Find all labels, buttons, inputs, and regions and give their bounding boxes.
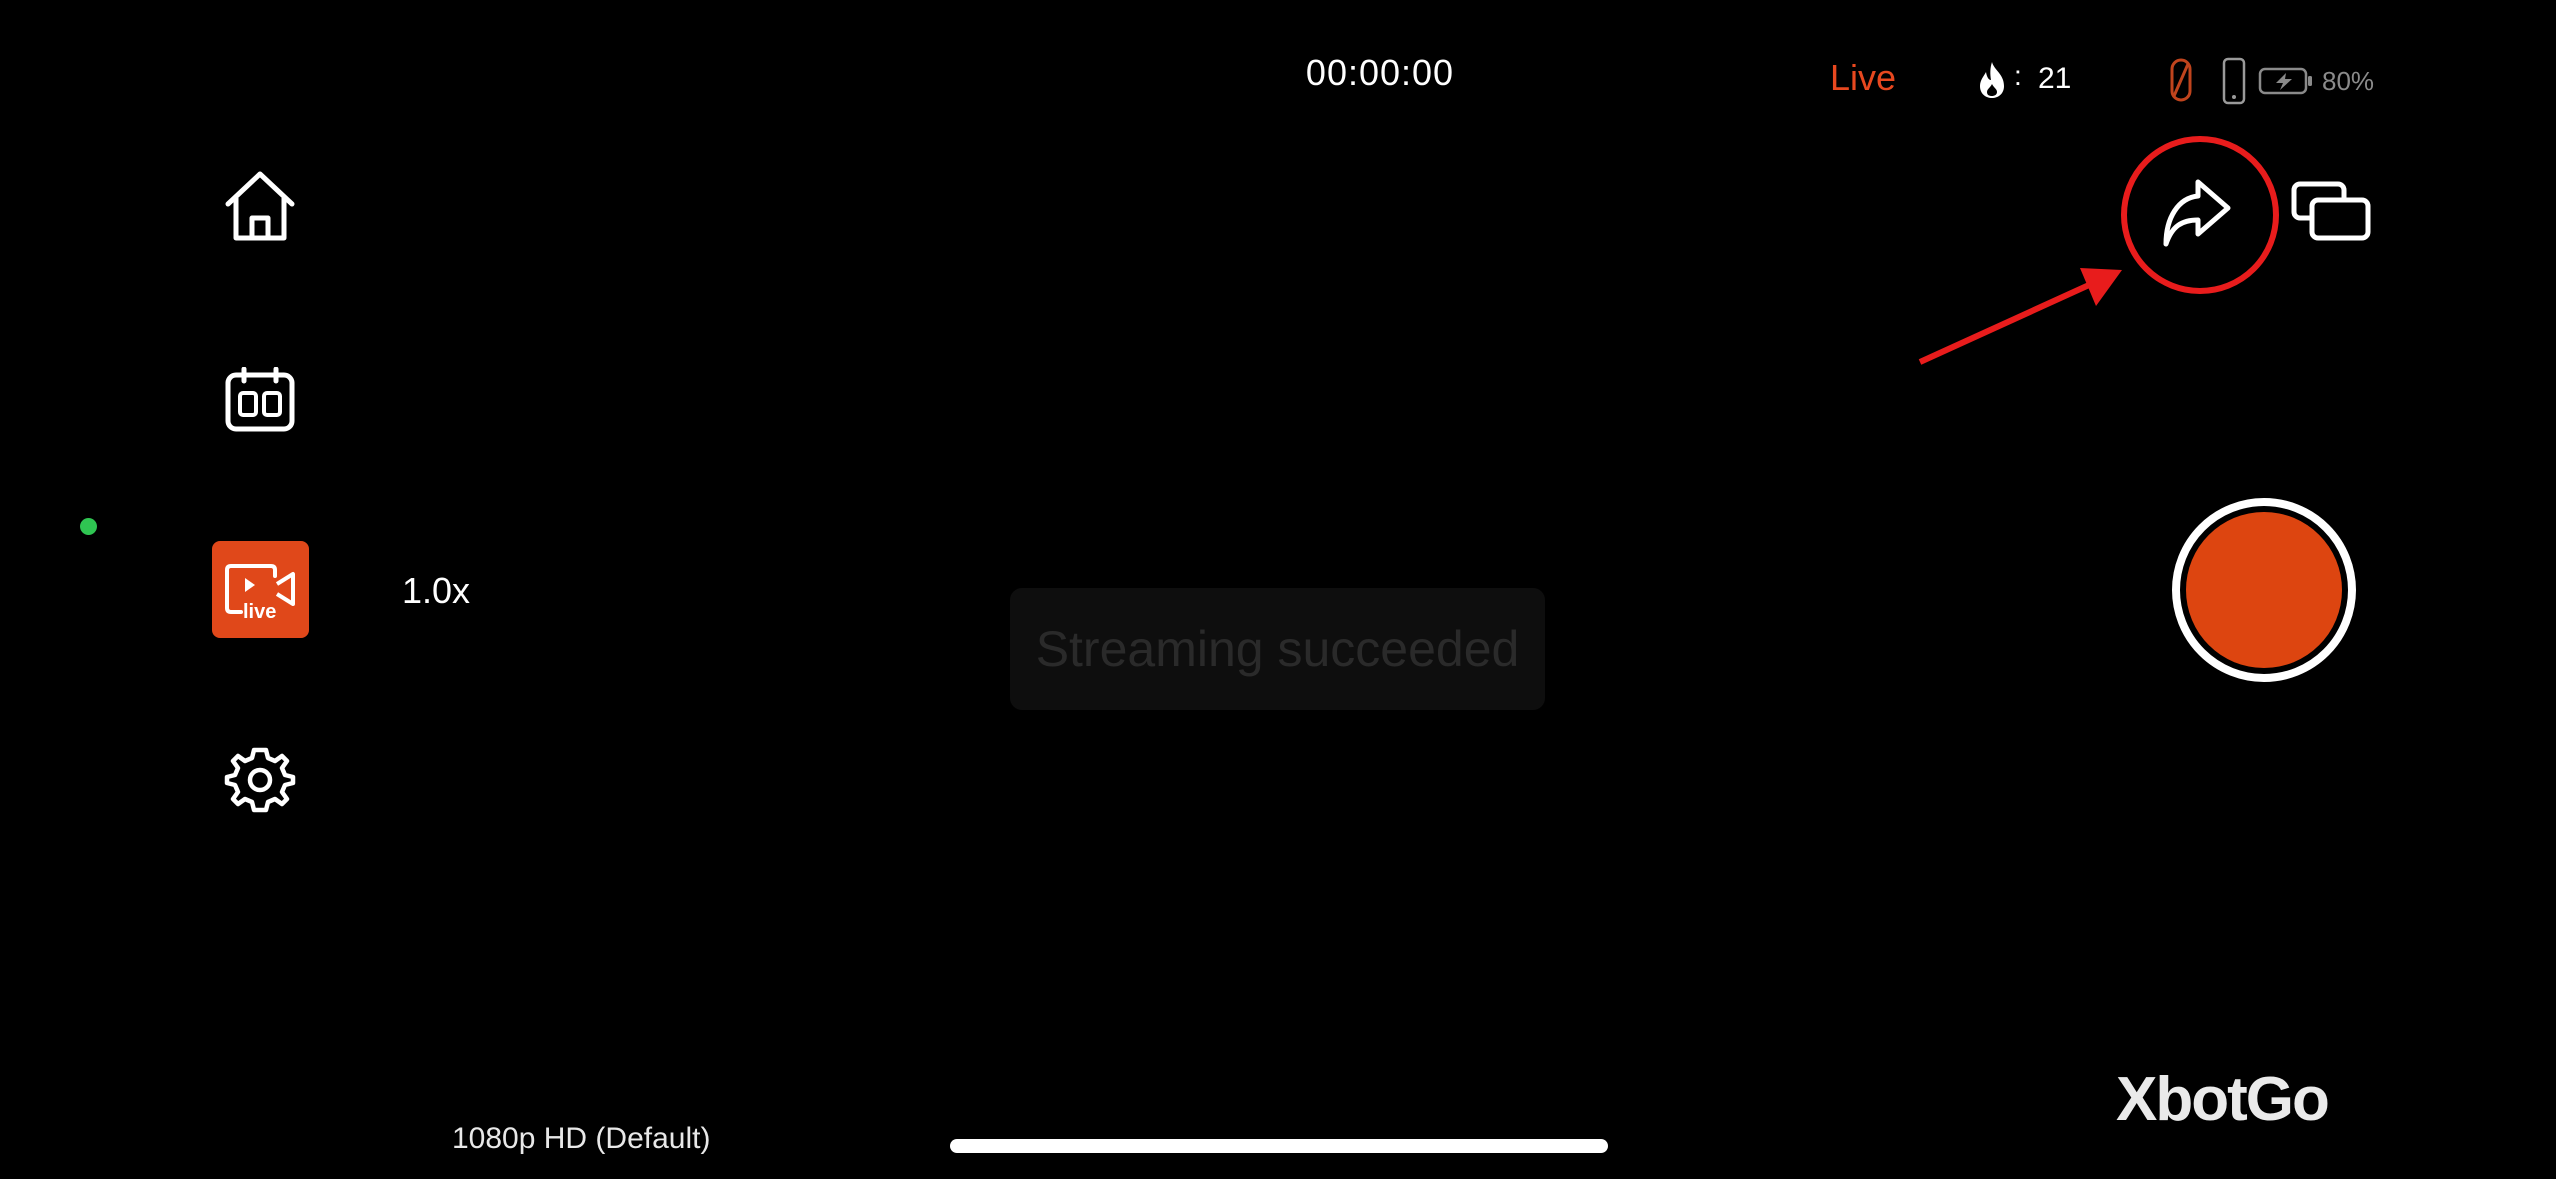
phone-icon (2222, 57, 2246, 105)
viewer-separator: : (2014, 60, 2022, 91)
flame-icon (1980, 62, 2004, 98)
record-button[interactable] (2170, 496, 2358, 684)
toast-notification: Streaming succeeded (1010, 588, 1545, 710)
share-arrow-icon (2163, 179, 2231, 247)
home-icon (225, 171, 295, 241)
live-video-icon: live (224, 563, 295, 622)
camera-screen: 00:00:00 Live : 21 80% live 1.0x Streami… (0, 0, 2556, 1179)
gimbal-status-icon (2170, 58, 2192, 102)
zoom-level[interactable]: 1.0x (402, 570, 470, 612)
live-badge-text: live (243, 601, 276, 622)
brand-logo: XbotGo (2116, 1065, 2330, 1134)
live-status-label: Live (1830, 57, 1897, 98)
gear-icon (224, 747, 296, 813)
schedule-button[interactable] (218, 358, 302, 442)
connection-dot (80, 518, 97, 535)
calendar-icon (225, 367, 295, 432)
settings-button[interactable] (218, 738, 302, 822)
share-button[interactable] (2124, 140, 2274, 290)
viewer-count: 21 (2038, 62, 2072, 95)
battery-charging-icon (2258, 67, 2312, 95)
battery-percent: 80% (2322, 66, 2375, 96)
home-indicator[interactable] (950, 1139, 1608, 1153)
toast-message: Streaming succeeded (1035, 621, 1520, 677)
live-mode-button[interactable]: live (212, 541, 309, 638)
multi-screen-button[interactable] (2290, 178, 2372, 244)
resolution-selector[interactable]: 1080p HD (Default) (452, 1122, 710, 1156)
recording-timer: 00:00:00 (1305, 52, 1455, 93)
multi-screen-icon (2291, 181, 2371, 241)
home-button[interactable] (218, 164, 302, 248)
